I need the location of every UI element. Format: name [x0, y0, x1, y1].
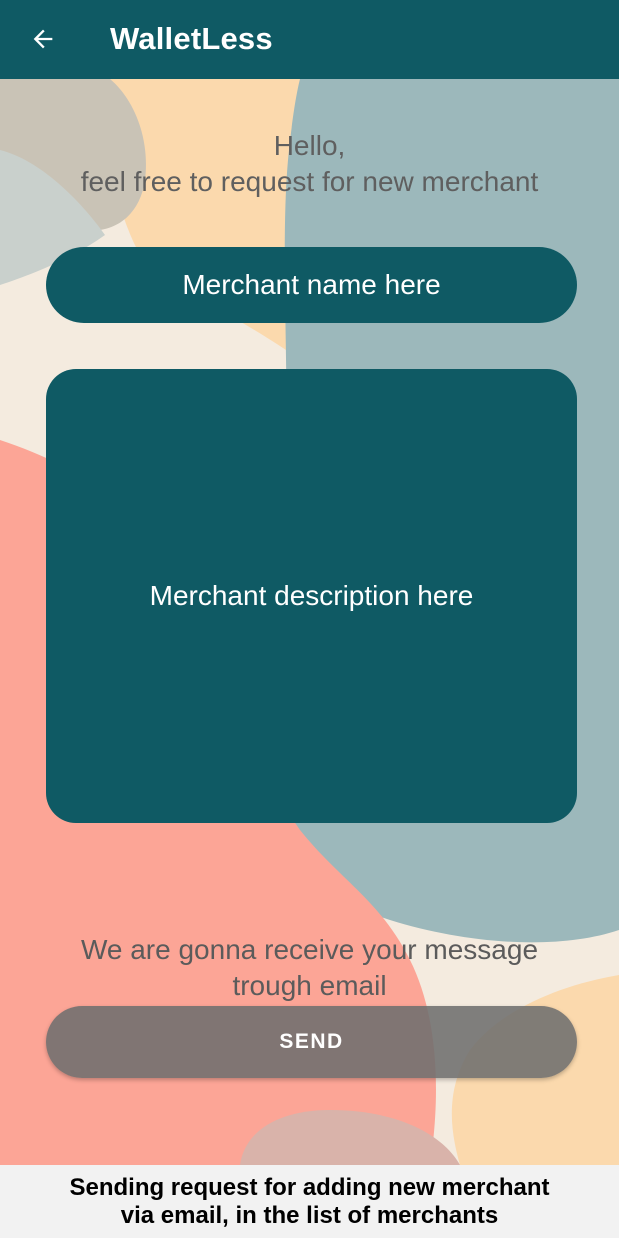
merchant-description-input[interactable]: Merchant description here — [46, 369, 577, 823]
app-bar: WalletLess — [0, 0, 619, 79]
greeting-text: Hello, feel free to request for new merc… — [0, 128, 619, 200]
greeting-line-1: Hello, — [273, 130, 346, 161]
app-title: WalletLess — [110, 21, 273, 56]
app-screen: WalletLess Hello, feel free to request f… — [0, 0, 619, 1165]
back-button[interactable] — [22, 18, 64, 60]
info-line-1: We are gonna receive your message — [80, 934, 539, 965]
info-text: We are gonna receive your message trough… — [0, 932, 619, 1004]
merchant-description-placeholder: Merchant description here — [149, 580, 474, 611]
caption-line-1: Sending request for adding new merchant — [69, 1174, 550, 1201]
screenshot-caption: Sending request for adding new merchant … — [0, 1165, 619, 1238]
greeting-line-2: feel free to request for new merchant — [80, 166, 539, 197]
merchant-name-placeholder: Merchant name here — [182, 269, 441, 300]
merchant-name-input[interactable]: Merchant name here — [46, 247, 577, 323]
info-line-2: trough email — [232, 970, 387, 1001]
arrow-left-icon — [33, 29, 53, 49]
caption-line-2: via email, in the list of merchants — [120, 1202, 499, 1229]
send-button[interactable]: SEND — [46, 1006, 577, 1078]
